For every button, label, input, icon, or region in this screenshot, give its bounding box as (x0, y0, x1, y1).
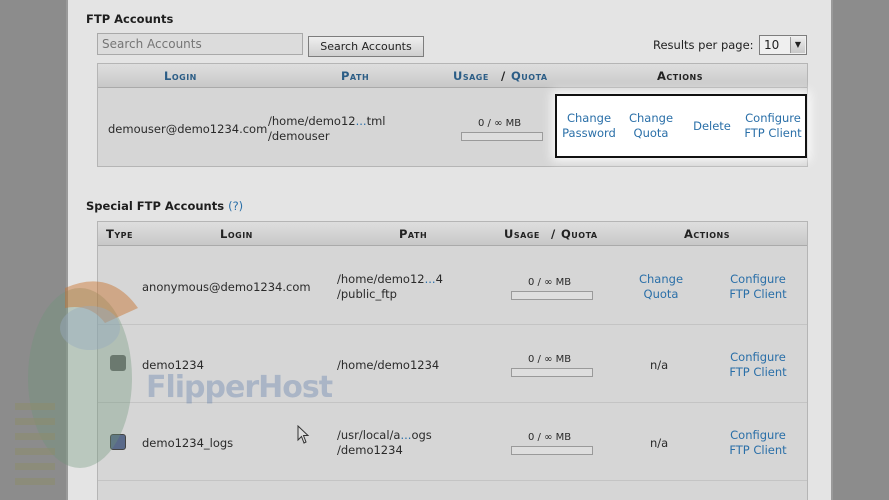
header-slash: / (551, 227, 556, 241)
change-password-link[interactable]: Change Password (560, 111, 618, 141)
delete-link[interactable]: Delete (685, 119, 739, 134)
header-actions: Actions (657, 69, 703, 83)
path-ellipsis-link[interactable]: ... (356, 114, 367, 128)
flipperhost-watermark: FlipperHost (146, 370, 333, 405)
usage-bar (461, 132, 543, 141)
change-quota-link[interactable]: Change Quota (631, 272, 691, 302)
search-input[interactable] (97, 33, 303, 55)
actions-highlight: Change Password Change Quota Delete Config… (555, 94, 807, 158)
special-ftp-table: Type Login Path Usage / Quota Actions an… (97, 221, 808, 500)
table-row: demo1234_logs /usr/local/a...ogs /demo12… (98, 403, 807, 481)
path-end: tml (366, 114, 386, 128)
account-usage: 0 / ∞ MB (478, 118, 522, 129)
results-per-page-label: Results per page: (653, 38, 754, 52)
row-action-na: n/a (650, 358, 669, 372)
special-table-header: Type Login Path Usage / Quota Actions (98, 222, 807, 246)
usage-bar (511, 368, 593, 377)
account-login: demouser@demo1234.com (108, 122, 268, 136)
usage-bar (511, 291, 593, 300)
row-action-na: n/a (650, 436, 669, 450)
row-login: anonymous@demo1234.com (142, 280, 311, 294)
cursor-icon (297, 425, 310, 444)
path-ellipsis-link[interactable]: ... (400, 428, 411, 442)
configure-ftp-client-link[interactable]: Configure FTP Client (723, 272, 793, 302)
row-path: /usr/local/a...ogs /demo1234 (337, 428, 432, 457)
results-per-page-select[interactable]: 10 ▼ (759, 35, 807, 55)
path-ellipsis-link[interactable]: ... (425, 272, 436, 286)
help-link[interactable]: (?) (228, 199, 243, 213)
header-quota: Quota (561, 227, 598, 241)
row-usage: 0 / ∞ MB (528, 277, 572, 288)
header-slash: / (501, 69, 506, 83)
mascot-logo (15, 281, 138, 485)
chevron-down-icon[interactable]: ▼ (790, 37, 805, 53)
table-header: Login Path Usage / Quota Actions (98, 64, 807, 88)
header-usage: Usage (504, 227, 540, 241)
header-login[interactable]: Login (164, 69, 197, 83)
account-path: /home/demo12...tml /demouser (268, 114, 386, 144)
row-usage: 0 / ∞ MB (528, 432, 572, 443)
header-type: Type (106, 227, 133, 241)
row-usage: 0 / ∞ MB (528, 354, 572, 365)
header-usage[interactable]: Usage (453, 69, 489, 83)
change-quota-link[interactable]: Change Quota (621, 111, 681, 141)
row-path: /home/demo1234 (337, 358, 440, 372)
header-quota[interactable]: Quota (511, 69, 548, 83)
header-path[interactable]: Path (341, 69, 369, 83)
results-per-page-value: 10 (764, 38, 780, 52)
configure-ftp-client-link[interactable]: Configure FTP Client (723, 350, 793, 380)
row-path: /home/demo12...4 /public_ftp (337, 272, 443, 301)
search-accounts-button[interactable]: Search Accounts (308, 36, 424, 57)
ftp-accounts-title: FTP Accounts (86, 12, 174, 26)
path-start: /home/demo12 (268, 114, 356, 128)
header-path: Path (399, 227, 428, 241)
special-ftp-title: Special FTP Accounts (?) (86, 199, 244, 213)
row-login: demo1234_logs (142, 436, 234, 450)
usage-bar (511, 446, 593, 455)
configure-ftp-client-link[interactable]: Configure FTP Client (740, 111, 806, 141)
path-line2: /demouser (268, 129, 330, 143)
configure-ftp-client-link[interactable]: Configure FTP Client (723, 428, 793, 458)
table-row: anonymous@demo1234.com /home/demo12...4 … (98, 247, 807, 325)
header-actions: Actions (684, 227, 730, 241)
header-login: Login (220, 227, 253, 241)
